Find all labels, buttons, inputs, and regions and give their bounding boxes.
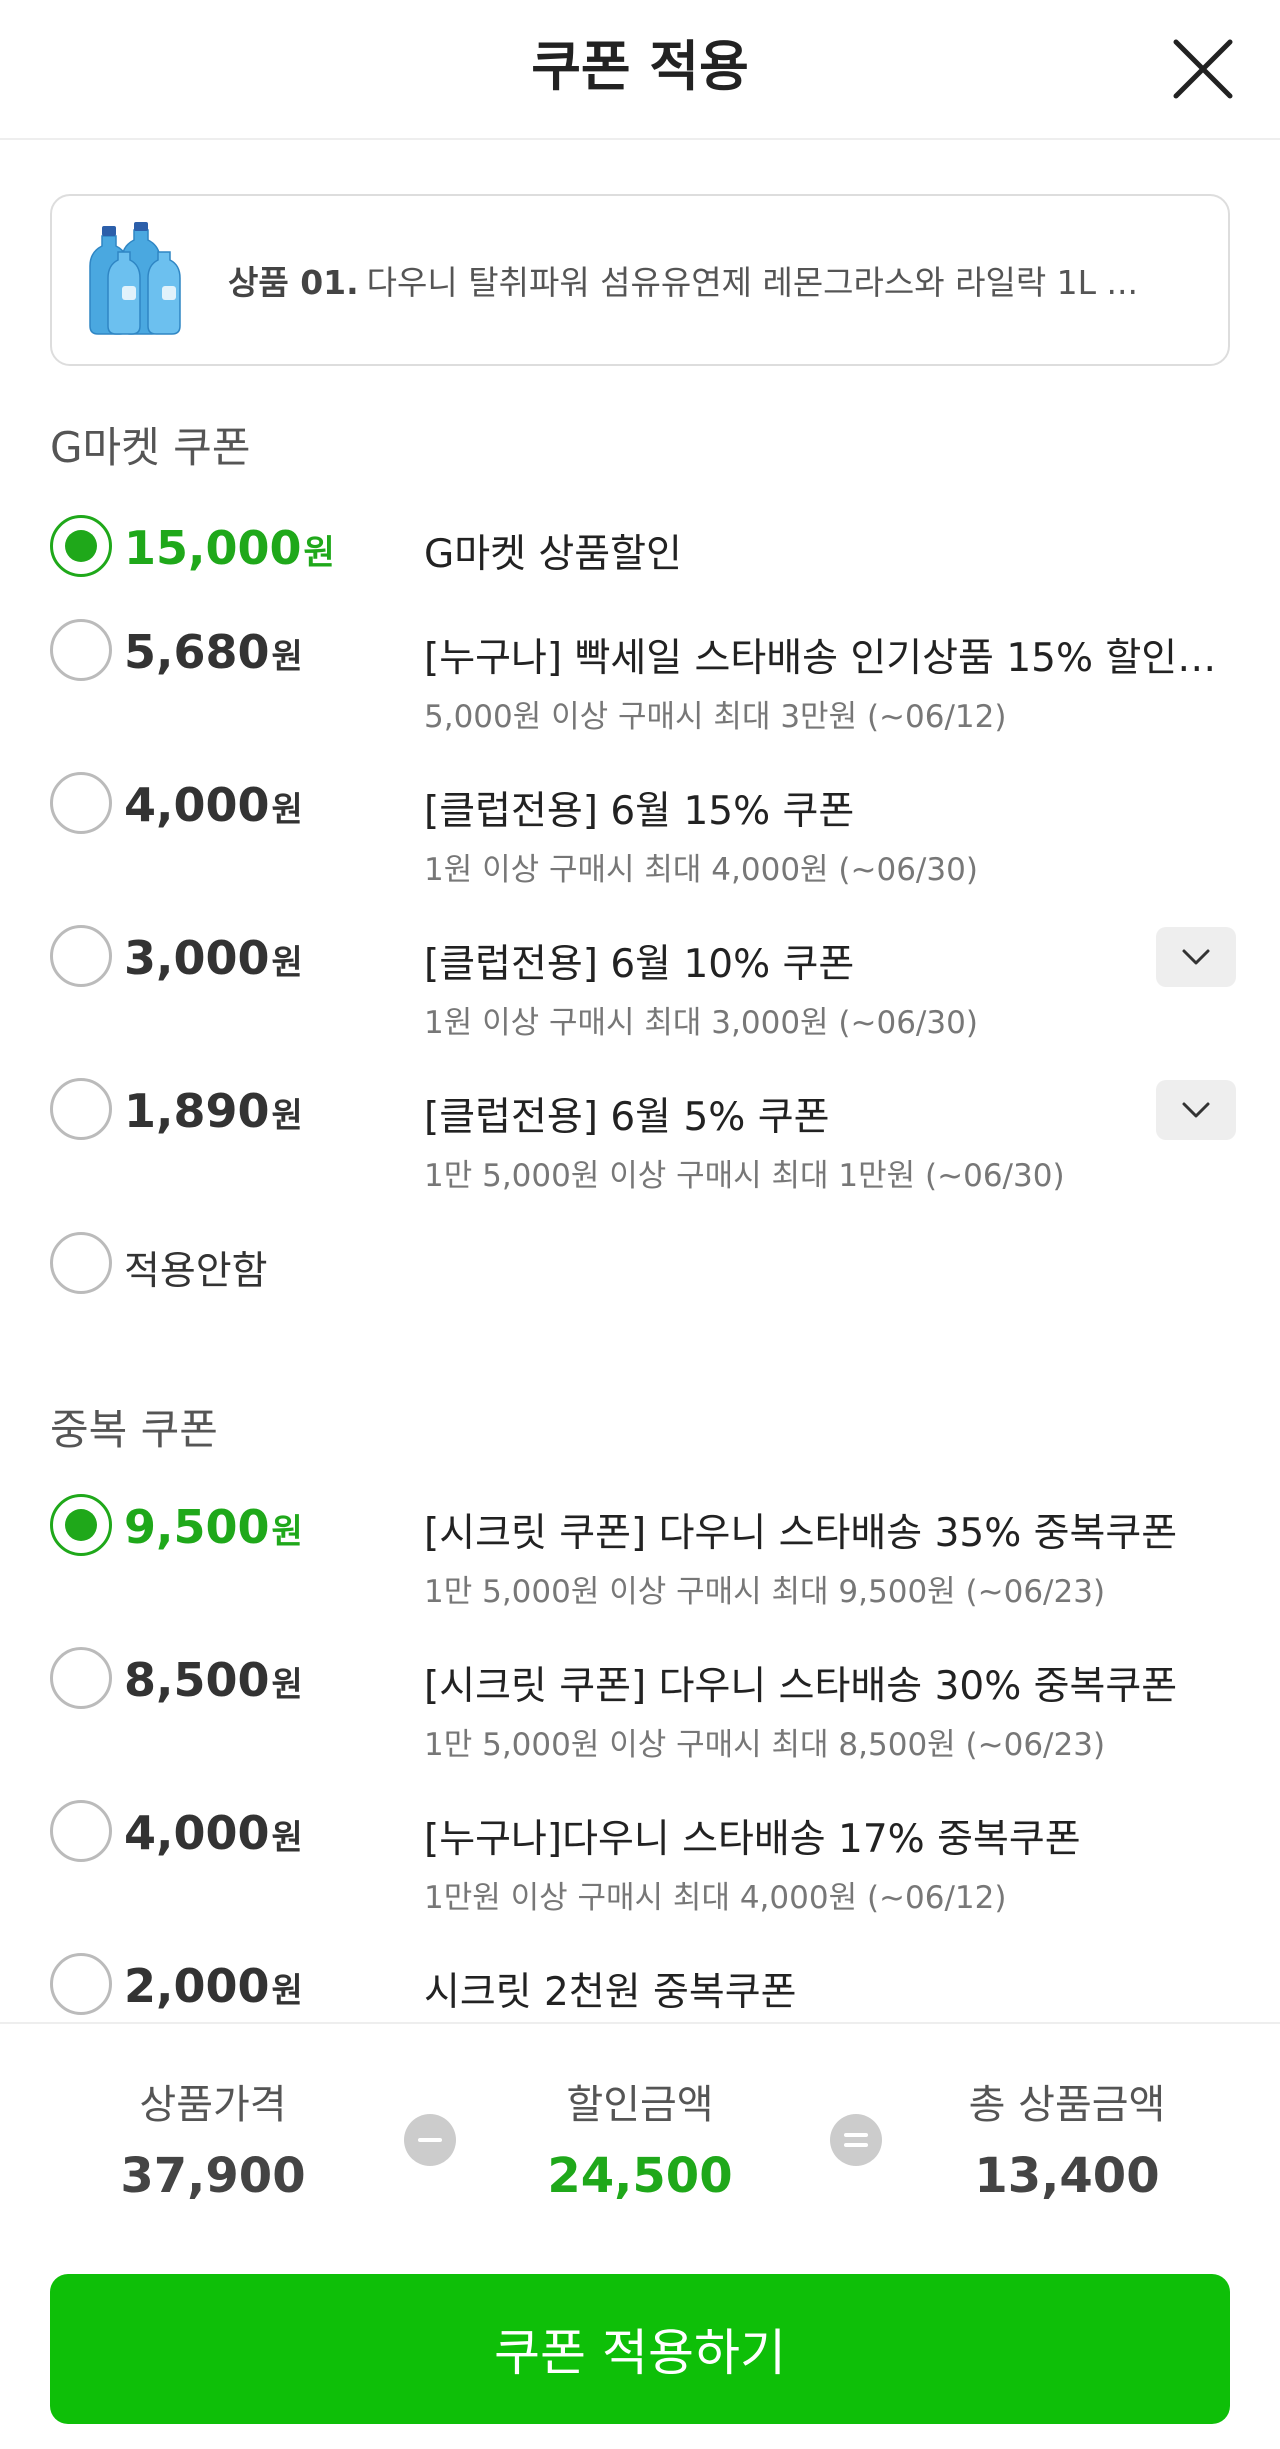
product-image bbox=[84, 222, 194, 340]
coupon-name: [시크릿 쿠폰] 다우니 스타배송 30% 중복쿠폰 bbox=[424, 1664, 1178, 1709]
coupon-amount: 4,000원 bbox=[124, 1806, 303, 1860]
product-name: 다우니 탈취파워 섬유유연제 레몬그라스와 라일락 1L ... bbox=[366, 263, 1139, 302]
summary-discount: 할인금액 24,500 bbox=[490, 2072, 790, 2204]
chevron-down-icon bbox=[1182, 949, 1210, 965]
equals-icon bbox=[830, 2114, 882, 2166]
radio-selected[interactable] bbox=[50, 1494, 112, 1556]
radio-selected[interactable] bbox=[50, 515, 112, 577]
coupon-condition: 1만 5,000원 이상 구매시 최대 8,500원 (~06/23) bbox=[424, 1727, 1106, 1763]
coupon-option[interactable]: 3,000원 [클럽전용] 6월 10% 쿠폰 1원 이상 구매시 최대 3,0… bbox=[0, 925, 1280, 1045]
coupon-option[interactable]: 8,500원 [시크릿 쿠폰] 다우니 스타배송 30% 중복쿠폰 1만 5,0… bbox=[0, 1647, 1280, 1767]
price-label: 상품가격 bbox=[139, 2082, 287, 2128]
coupon-amount: 5,680원 bbox=[124, 625, 303, 679]
radio[interactable] bbox=[50, 1078, 112, 1140]
coupon-name: [클럽전용] 6월 5% 쿠폰 bbox=[424, 1095, 830, 1140]
section-title-gmarket-coupons: G마켓 쿠폰 bbox=[50, 423, 251, 472]
coupon-condition: 1원 이상 구매시 최대 4,000원 (~06/30) bbox=[424, 852, 978, 888]
coupon-option[interactable]: 4,000원 [클럽전용] 6월 15% 쿠폰 1원 이상 구매시 최대 4,0… bbox=[0, 772, 1280, 892]
close-icon bbox=[1173, 39, 1233, 99]
discount-label: 할인금액 bbox=[566, 2082, 714, 2128]
total-value: 13,400 bbox=[974, 2148, 1160, 2204]
coupon-name: [클럽전용] 6월 10% 쿠폰 bbox=[424, 942, 855, 987]
coupon-option-none[interactable]: 적용안함 bbox=[0, 1232, 1280, 1352]
coupon-amount: 3,000원 bbox=[124, 931, 303, 985]
coupon-name: 시크릿 2천원 중복쿠폰 bbox=[424, 1970, 797, 2015]
coupon-option[interactable]: 4,000원 [누구나]다우니 스타배송 17% 중복쿠폰 1만원 이상 구매시… bbox=[0, 1800, 1280, 1920]
coupon-name: [클럽전용] 6월 15% 쿠폰 bbox=[424, 789, 855, 834]
radio[interactable] bbox=[50, 1232, 112, 1294]
radio[interactable] bbox=[50, 772, 112, 834]
coupon-name: G마켓 상품할인 bbox=[424, 532, 682, 577]
coupon-condition: 5,000원 이상 구매시 최대 3만원 (~06/12) bbox=[424, 699, 1007, 735]
radio[interactable] bbox=[50, 1800, 112, 1862]
coupon-condition: 1만원 이상 구매시 최대 4,000원 (~06/12) bbox=[424, 1880, 1007, 1916]
modal-header: 쿠폰 적용 bbox=[0, 0, 1280, 140]
radio[interactable] bbox=[50, 925, 112, 987]
chevron-down-icon bbox=[1182, 1102, 1210, 1118]
coupon-amount: 15,000원 bbox=[124, 521, 335, 575]
radio[interactable] bbox=[50, 1953, 112, 2015]
coupon-amount: 9,500원 bbox=[124, 1500, 303, 1554]
coupon-amount: 4,000원 bbox=[124, 778, 303, 832]
no-coupon-label: 적용안함 bbox=[124, 1249, 268, 1294]
coupon-amount: 2,000원 bbox=[124, 1959, 303, 2013]
product-index: 상품 01. bbox=[228, 263, 359, 302]
discount-value: 24,500 bbox=[547, 2148, 733, 2204]
apply-coupon-button[interactable]: 쿠폰 적용하기 bbox=[50, 2274, 1230, 2424]
price-value: 37,900 bbox=[120, 2148, 306, 2204]
summary-price: 상품가격 37,900 bbox=[63, 2072, 363, 2204]
radio[interactable] bbox=[50, 1647, 112, 1709]
expand-button[interactable] bbox=[1156, 1080, 1236, 1140]
coupon-name: [시크릿 쿠폰] 다우니 스타배송 35% 중복쿠폰 bbox=[424, 1511, 1178, 1556]
coupon-condition: 1원 이상 구매시 최대 3,000원 (~06/30) bbox=[424, 1005, 978, 1041]
coupon-option[interactable]: 5,680원 [누구나] 빡세일 스타배송 인기상품 15% 할인쿠폰 5,00… bbox=[0, 619, 1280, 739]
coupon-option[interactable]: 9,500원 [시크릿 쿠폰] 다우니 스타배송 35% 중복쿠폰 1만 5,0… bbox=[0, 1494, 1280, 1614]
expand-button[interactable] bbox=[1156, 927, 1236, 987]
coupon-amount: 1,890원 bbox=[124, 1084, 303, 1138]
coupon-name: [누구나] 빡세일 스타배송 인기상품 15% 할인쿠폰 bbox=[424, 636, 1224, 681]
close-button[interactable] bbox=[1168, 34, 1238, 104]
coupon-condition: 1만 5,000원 이상 구매시 최대 1만원 (~06/30) bbox=[424, 1158, 1065, 1194]
radio[interactable] bbox=[50, 619, 112, 681]
section-title-duplicate-coupons: 중복 쿠폰 bbox=[50, 1405, 218, 1454]
product-card: 상품 01. 다우니 탈취파워 섬유유연제 레몬그라스와 라일락 1L ... bbox=[50, 194, 1230, 366]
coupon-amount: 8,500원 bbox=[124, 1653, 303, 1707]
coupon-condition: 1만 5,000원 이상 구매시 최대 9,500원 (~06/23) bbox=[424, 1574, 1106, 1610]
coupon-name: [누구나]다우니 스타배송 17% 중복쿠폰 bbox=[424, 1817, 1081, 1862]
coupon-option[interactable]: 1,890원 [클럽전용] 6월 5% 쿠폰 1만 5,000원 이상 구매시 … bbox=[0, 1078, 1280, 1198]
total-label: 총 상품금액 bbox=[968, 2082, 1166, 2128]
page-title: 쿠폰 적용 bbox=[531, 35, 749, 98]
minus-icon bbox=[404, 2114, 456, 2166]
summary-total: 총 상품금액 13,400 bbox=[917, 2072, 1217, 2204]
product-title: 상품 01. 다우니 탈취파워 섬유유연제 레몬그라스와 라일락 1L ... bbox=[228, 256, 1218, 304]
coupon-option[interactable]: 15,000원 G마켓 상품할인 bbox=[0, 515, 1280, 635]
